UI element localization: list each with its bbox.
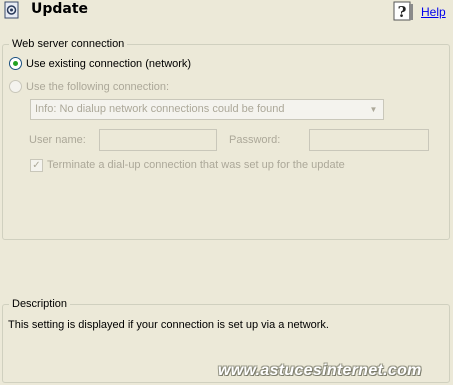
description-legend: Description: [9, 298, 71, 310]
radio-use-following-label[interactable]: Use the following connection:: [26, 81, 169, 93]
terminate-dialup-checkbox[interactable]: ✓: [30, 159, 43, 172]
password-label: Password:: [229, 134, 281, 146]
connection-dropdown[interactable]: Info: No dialup network connections coul…: [30, 99, 384, 120]
watermark: www.astucesinternet.com: [218, 362, 422, 379]
username-label: User name:: [29, 134, 86, 146]
web-server-connection-group: Web server connection Use existing conne…: [2, 38, 450, 240]
password-input[interactable]: [309, 129, 429, 151]
username-input[interactable]: [99, 129, 217, 151]
radio-use-following-connection[interactable]: [9, 80, 22, 93]
checkmark-icon: ✓: [32, 160, 41, 171]
update-window-icon: [4, 1, 20, 19]
page-title: Update: [31, 1, 89, 17]
connection-dropdown-value: Info: No dialup network connections coul…: [35, 103, 285, 115]
radio-use-existing-connection[interactable]: [9, 57, 22, 70]
help-link[interactable]: Help: [421, 5, 446, 19]
window-header: Update ? Help: [0, 0, 453, 24]
group-legend: Web server connection: [9, 38, 128, 50]
terminate-dialup-label[interactable]: Terminate a dial-up connection that was …: [47, 159, 345, 171]
help-question-icon[interactable]: ?: [393, 0, 415, 22]
description-text: This setting is displayed if your connec…: [8, 319, 329, 331]
radio-use-existing-label[interactable]: Use existing connection (network): [26, 58, 191, 70]
svg-text:?: ?: [398, 3, 407, 21]
chevron-down-icon[interactable]: ▼: [366, 102, 381, 117]
